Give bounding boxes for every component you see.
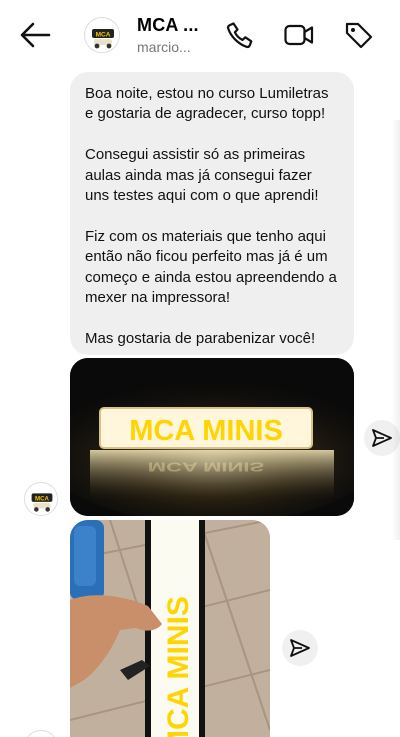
sender-avatar[interactable]: [24, 730, 58, 737]
avatar-logo-text: MCA: [96, 32, 111, 39]
arrow-left-icon[interactable]: [18, 20, 52, 50]
phone-icon[interactable]: [224, 19, 256, 51]
paper-plane-icon: [290, 639, 310, 657]
sign-reflection-text: MCA MINIS: [148, 459, 264, 474]
sign-text: MCA MINIS: [162, 596, 195, 737]
avatar[interactable]: MCA: [84, 17, 120, 53]
sender-avatar[interactable]: MCA: [24, 482, 58, 516]
message-paragraph: Consegui assistir só as primeiras aulas …: [85, 146, 319, 205]
message-paragraph: Mas gostaria de parabenizar você!: [85, 329, 316, 347]
message-image[interactable]: MCA MINIS: [70, 520, 270, 737]
message-paragraph: Boa noite, estou no curso Lumiletras e g…: [85, 85, 329, 123]
contact-username[interactable]: marcio...: [137, 39, 191, 55]
edge-shadow: [392, 120, 400, 540]
message-paragraph: Fiz com os materiais que tenho aqui entã…: [85, 227, 337, 307]
share-button[interactable]: [282, 630, 318, 666]
video-camera-icon[interactable]: [283, 19, 315, 51]
tag-icon[interactable]: [343, 19, 375, 51]
chat-header: MCA MCA ... marcio...: [0, 0, 400, 70]
message-image[interactable]: MCA MINIS MCA MINIS: [70, 358, 354, 516]
avatar-logo-text: MCA: [35, 495, 50, 502]
message-bubble[interactable]: Boa noite, estou no curso Lumiletras e g…: [70, 72, 354, 355]
contact-name[interactable]: MCA ...: [137, 15, 199, 36]
sign-text: MCA MINIS: [129, 415, 283, 447]
